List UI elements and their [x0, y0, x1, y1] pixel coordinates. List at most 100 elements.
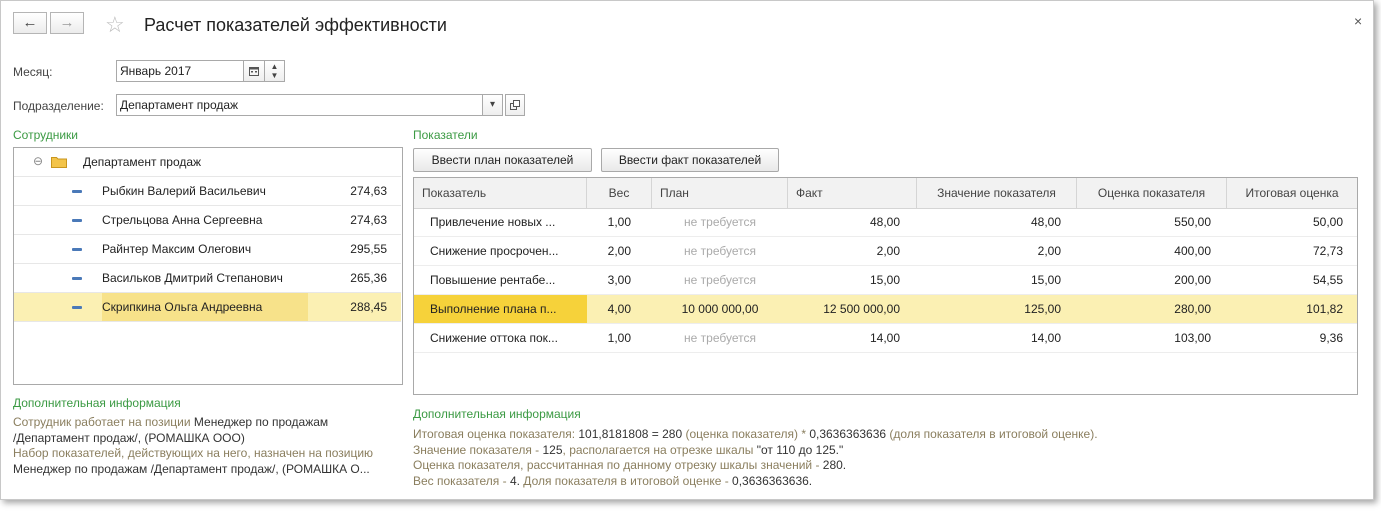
right-info-text: Итоговая оценка показателя: 101,8181808 … [413, 427, 1363, 489]
info-value: 0,3636363636 [809, 427, 887, 441]
table-row[interactable]: Снижение оттока пок... 1,00 не требуется… [414, 324, 1357, 353]
cell-indicator: Снижение просрочен... [430, 244, 559, 258]
info-text: , располагается на отрезке шкалы [562, 442, 757, 457]
info-text: Сотрудник работает на позиции [13, 415, 194, 429]
table-row[interactable]: Привлечение новых ... 1,00 не требуется … [414, 208, 1357, 237]
spin-up-icon[interactable]: ▲ [265, 62, 284, 71]
employee-score: 274,63 [350, 184, 387, 198]
calendar-icon [249, 67, 259, 76]
employee-name: Райнтер Максим Олегович [102, 242, 252, 256]
info-text: Набор показателей, действующих на него, … [13, 446, 374, 460]
left-info-title: Дополнительная информация [13, 396, 181, 410]
open-link-icon [510, 100, 520, 110]
item-marker-icon [72, 190, 82, 193]
info-value: 125 [542, 442, 563, 457]
employee-name: Стрельцова Анна Сергеевна [102, 213, 263, 227]
cell-score: 280,00 [1174, 302, 1211, 316]
folder-icon [51, 157, 67, 168]
department-open-button[interactable] [505, 94, 525, 116]
tree-group-row[interactable]: ⊖ Департамент продаж [14, 148, 401, 177]
cell-total: 72,73 [1312, 244, 1343, 258]
info-value: 0,3636363636. [732, 473, 813, 488]
cell-weight: 4,00 [607, 302, 631, 316]
table-row-selected[interactable]: Выполнение плана п... 4,00 10 000 000,00… [414, 295, 1357, 324]
info-text: (оценка показателя) * [682, 427, 810, 441]
table-row[interactable]: Повышение рентабе... 3,00 не требуется 1… [414, 266, 1357, 295]
month-spinner[interactable]: ▲ ▼ [264, 60, 285, 82]
employee-name: Рыбкин Валерий Васильевич [102, 184, 266, 198]
item-marker-icon [72, 219, 82, 222]
col-header[interactable]: План [652, 178, 788, 208]
cell-value: 14,00 [1030, 331, 1061, 345]
info-value: 101,8181808 = 280 [578, 427, 683, 441]
employee-score: 295,55 [350, 242, 387, 256]
col-header[interactable]: Итоговая оценка [1227, 178, 1357, 208]
table-header: Показатель Вес План Факт Значение показа… [414, 178, 1357, 209]
table-row[interactable]: Снижение просрочен... 2,00 не требуется … [414, 237, 1357, 266]
back-button[interactable]: ← [13, 12, 47, 34]
close-icon[interactable]: × [1354, 13, 1362, 29]
favorite-star-icon[interactable]: ☆ [105, 12, 125, 38]
employee-row[interactable]: Васильков Дмитрий Степанович 265,36 [14, 264, 401, 293]
employee-row[interactable]: Рыбкин Валерий Васильевич 274,63 [14, 177, 401, 206]
col-header[interactable]: Вес [587, 178, 652, 208]
department-dropdown-button[interactable]: ▾ [482, 94, 503, 116]
cell-score: 400,00 [1174, 244, 1211, 258]
cell-total: 54,55 [1312, 273, 1343, 287]
employee-name: Васильков Дмитрий Степанович [102, 271, 283, 285]
cell-fact: 12 500 000,00 [823, 302, 900, 316]
month-field[interactable]: Январь 2017 [116, 60, 244, 82]
enter-plan-button[interactable]: Ввести план показателей [413, 148, 592, 172]
employee-name: Скрипкина Ольга Андреевна [102, 300, 263, 314]
employee-row[interactable]: Стрельцова Анна Сергеевна 274,63 [14, 206, 401, 235]
position-link[interactable]: Менеджер по продажам [194, 415, 328, 429]
col-header[interactable]: Факт [788, 178, 917, 208]
department-field[interactable]: Департамент продаж [116, 94, 483, 116]
cell-plan: не требуется [684, 273, 756, 287]
cell-weight: 2,00 [607, 244, 631, 258]
employee-row-selected[interactable]: Скрипкина Ольга Андреевна 288,45 [14, 293, 401, 322]
cell-plan: не требуется [684, 331, 756, 345]
cell-plan: не требуется [684, 215, 756, 229]
employees-section-title: Сотрудники [13, 128, 78, 142]
cell-indicator: Привлечение новых ... [430, 215, 556, 229]
cell-total: 50,00 [1312, 215, 1343, 229]
cell-indicator: Снижение оттока пок... [430, 331, 558, 345]
right-info-title: Дополнительная информация [413, 407, 581, 421]
employee-score: 265,36 [350, 271, 387, 285]
spin-down-icon[interactable]: ▼ [265, 71, 284, 80]
item-marker-icon [72, 277, 82, 280]
cell-weight: 3,00 [607, 273, 631, 287]
indicators-table[interactable]: Показатель Вес План Факт Значение показа… [413, 177, 1358, 395]
tree-group-label: Департамент продаж [83, 155, 202, 169]
cell-value: 15,00 [1030, 273, 1061, 287]
cell-weight: 1,00 [607, 331, 631, 345]
employee-row[interactable]: Райнтер Максим Олегович 295,55 [14, 235, 401, 264]
cell-fact: 48,00 [869, 215, 900, 229]
forward-button[interactable]: → [50, 12, 84, 34]
info-text: /Департамент продаж/, (РОМАШКА ООО) [13, 430, 245, 445]
col-header[interactable]: Показатель [414, 178, 587, 208]
collapse-icon[interactable]: ⊖ [33, 154, 43, 168]
cell-value: 48,00 [1030, 215, 1061, 229]
info-value: 4. [509, 473, 520, 488]
cell-score: 103,00 [1174, 331, 1211, 345]
cell-fact: 14,00 [869, 331, 900, 345]
col-header[interactable]: Значение показателя [917, 178, 1077, 208]
col-header[interactable]: Оценка показателя [1077, 178, 1227, 208]
item-marker-icon [72, 306, 82, 309]
info-text: Итоговая оценка показателя: [413, 427, 579, 441]
arrow-left-icon: ← [22, 14, 38, 31]
info-text: Менеджер по продажам /Департамент продаж… [13, 461, 370, 476]
form-window: ← → ☆ Расчет показателей эффективности ×… [0, 0, 1374, 500]
cell-value: 2,00 [1037, 244, 1061, 258]
cell-plan: не требуется [684, 244, 756, 258]
enter-fact-button[interactable]: Ввести факт показателей [601, 148, 779, 172]
chevron-down-icon: ▾ [489, 99, 496, 110]
cell-indicator: Выполнение плана п... [414, 295, 587, 323]
employee-score: 274,63 [350, 213, 387, 227]
calendar-button[interactable] [243, 60, 265, 82]
item-marker-icon [72, 248, 82, 251]
employees-tree[interactable]: ⊖ Департамент продаж Рыбкин Валерий Васи… [13, 147, 403, 385]
info-text: Оценка показателя, рассчитанная по данно… [413, 458, 823, 472]
